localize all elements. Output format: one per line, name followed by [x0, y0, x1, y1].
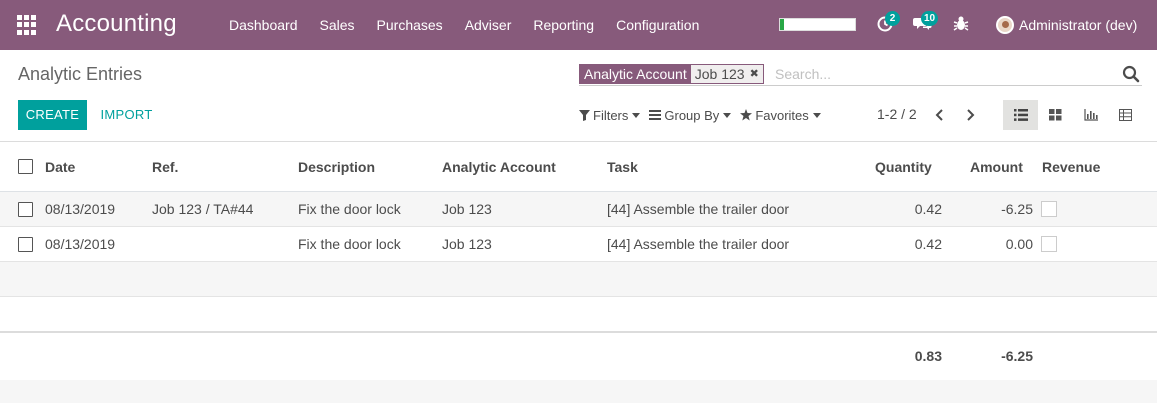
search-icon[interactable]	[1122, 65, 1140, 83]
row-checkbox[interactable]	[18, 237, 33, 252]
messages-icon[interactable]: 10	[913, 11, 939, 34]
search-options: Filters Group By Favorites	[579, 102, 830, 128]
column-date[interactable]: Date	[45, 159, 75, 175]
list-view-icon	[1013, 109, 1028, 121]
pager-previous-icon[interactable]	[932, 106, 948, 124]
column-analytic-account[interactable]: Analytic Account	[442, 159, 556, 175]
cell-description: Fix the door lock	[298, 236, 401, 252]
app-title: Accounting	[56, 10, 177, 37]
menu-reporting[interactable]: Reporting	[522, 0, 605, 50]
group-bars-icon	[649, 110, 662, 120]
column-quantity[interactable]: Quantity	[875, 159, 932, 175]
menu-adviser[interactable]: Adviser	[454, 0, 523, 50]
page-title: Analytic Entries	[18, 64, 143, 84]
total-amount: -6.25	[1001, 348, 1033, 364]
pager-next-icon[interactable]	[962, 106, 978, 124]
column-description[interactable]: Description	[298, 159, 375, 175]
column-task[interactable]: Task	[607, 159, 638, 175]
menu-purchases[interactable]: Purchases	[366, 0, 454, 50]
activity-clock-icon[interactable]: 2	[876, 11, 900, 34]
facet-value-wrap: Job 123 ✖	[690, 65, 763, 83]
revenue-checkbox	[1041, 236, 1057, 252]
groupby-label: Group By	[664, 107, 720, 123]
column-amount[interactable]: Amount	[970, 159, 1023, 175]
menu-configuration[interactable]: Configuration	[605, 0, 710, 50]
onboarding-progress-bar[interactable]	[779, 18, 856, 31]
user-menu[interactable]: Administrator (dev)	[996, 0, 1137, 50]
favorites-label: Favorites	[755, 107, 809, 123]
cell-date: 08/13/2019	[45, 201, 116, 217]
menu-dashboard[interactable]: Dashboard	[218, 0, 309, 50]
bar-chart-icon	[1083, 109, 1098, 121]
filters-label: Filters	[593, 107, 629, 123]
cell-task: [44] Assemble the trailer door	[607, 201, 790, 217]
empty-row	[0, 262, 1157, 297]
pivot-table-icon	[1119, 109, 1132, 121]
cell-amount: -6.25	[1001, 201, 1033, 217]
caret-down-icon	[632, 112, 641, 118]
table-row[interactable]: 08/13/2019 Job 123 / TA#44 Fix the door …	[0, 192, 1157, 227]
revenue-checkbox	[1041, 201, 1057, 217]
cell-analytic-account: Job 123	[442, 201, 492, 217]
debug-bug-icon[interactable]	[952, 14, 972, 34]
caret-down-icon	[723, 112, 732, 118]
caret-down-icon	[812, 112, 821, 118]
column-ref[interactable]: Ref.	[152, 159, 178, 175]
cell-quantity: 0.42	[914, 201, 942, 217]
filter-funnel-icon	[579, 109, 590, 121]
table-footer-totals: 0.83 -6.25	[0, 331, 1157, 379]
import-button[interactable]: IMPORT	[94, 100, 159, 130]
table-row[interactable]: 08/13/2019 Fix the door lock Job 123 [44…	[0, 227, 1157, 262]
list-view-button[interactable]	[1003, 100, 1038, 130]
search-bar: Analytic Account Job 123 ✖	[579, 62, 1142, 86]
cell-analytic-account: Job 123	[442, 236, 492, 252]
messages-badge: 10	[921, 11, 939, 26]
cell-description: Fix the door lock	[298, 201, 401, 217]
menu-sales[interactable]: Sales	[309, 0, 366, 50]
star-icon	[740, 109, 753, 121]
groupby-dropdown[interactable]: Group By	[649, 107, 732, 123]
search-input[interactable]	[775, 65, 1115, 83]
view-switcher	[1003, 100, 1143, 130]
graph-view-button[interactable]	[1073, 100, 1108, 130]
total-quantity: 0.83	[914, 348, 942, 364]
cell-task: [44] Assemble the trailer door	[607, 236, 790, 252]
filters-dropdown[interactable]: Filters	[579, 107, 641, 123]
cell-amount: 0.00	[1005, 236, 1033, 252]
entries-table: Date Ref. Description Analytic Account T…	[0, 142, 1157, 379]
select-all-checkbox[interactable]	[18, 159, 33, 174]
kanban-view-button[interactable]	[1038, 100, 1073, 130]
cell-quantity: 0.42	[914, 236, 942, 252]
kanban-view-icon	[1049, 109, 1062, 121]
pivot-view-button[interactable]	[1108, 100, 1143, 130]
row-checkbox[interactable]	[18, 202, 33, 217]
list-bottom-area	[0, 380, 1157, 403]
search-facet: Analytic Account Job 123 ✖	[579, 64, 764, 84]
facet-label: Analytic Account	[580, 65, 691, 83]
facet-remove-icon[interactable]: ✖	[750, 65, 759, 83]
user-name: Administrator (dev)	[1019, 17, 1138, 33]
progress-fill	[780, 19, 784, 30]
avatar	[996, 16, 1014, 34]
pager-value[interactable]: 1-2 / 2	[877, 106, 917, 122]
activity-badge: 2	[885, 11, 900, 26]
top-navbar: Accounting Dashboard Sales Purchases Adv…	[0, 0, 1157, 50]
favorites-dropdown[interactable]: Favorites	[740, 107, 821, 123]
cell-ref: Job 123 / TA#44	[152, 201, 254, 217]
facet-value: Job 123	[694, 66, 745, 82]
cell-date: 08/13/2019	[45, 236, 116, 252]
apps-menu-icon[interactable]	[17, 15, 37, 35]
table-header: Date Ref. Description Analytic Account T…	[0, 142, 1157, 192]
create-button[interactable]: CREATE	[18, 100, 87, 130]
column-revenue[interactable]: Revenue	[1042, 159, 1100, 175]
main-menu: Dashboard Sales Purchases Adviser Report…	[218, 0, 710, 50]
